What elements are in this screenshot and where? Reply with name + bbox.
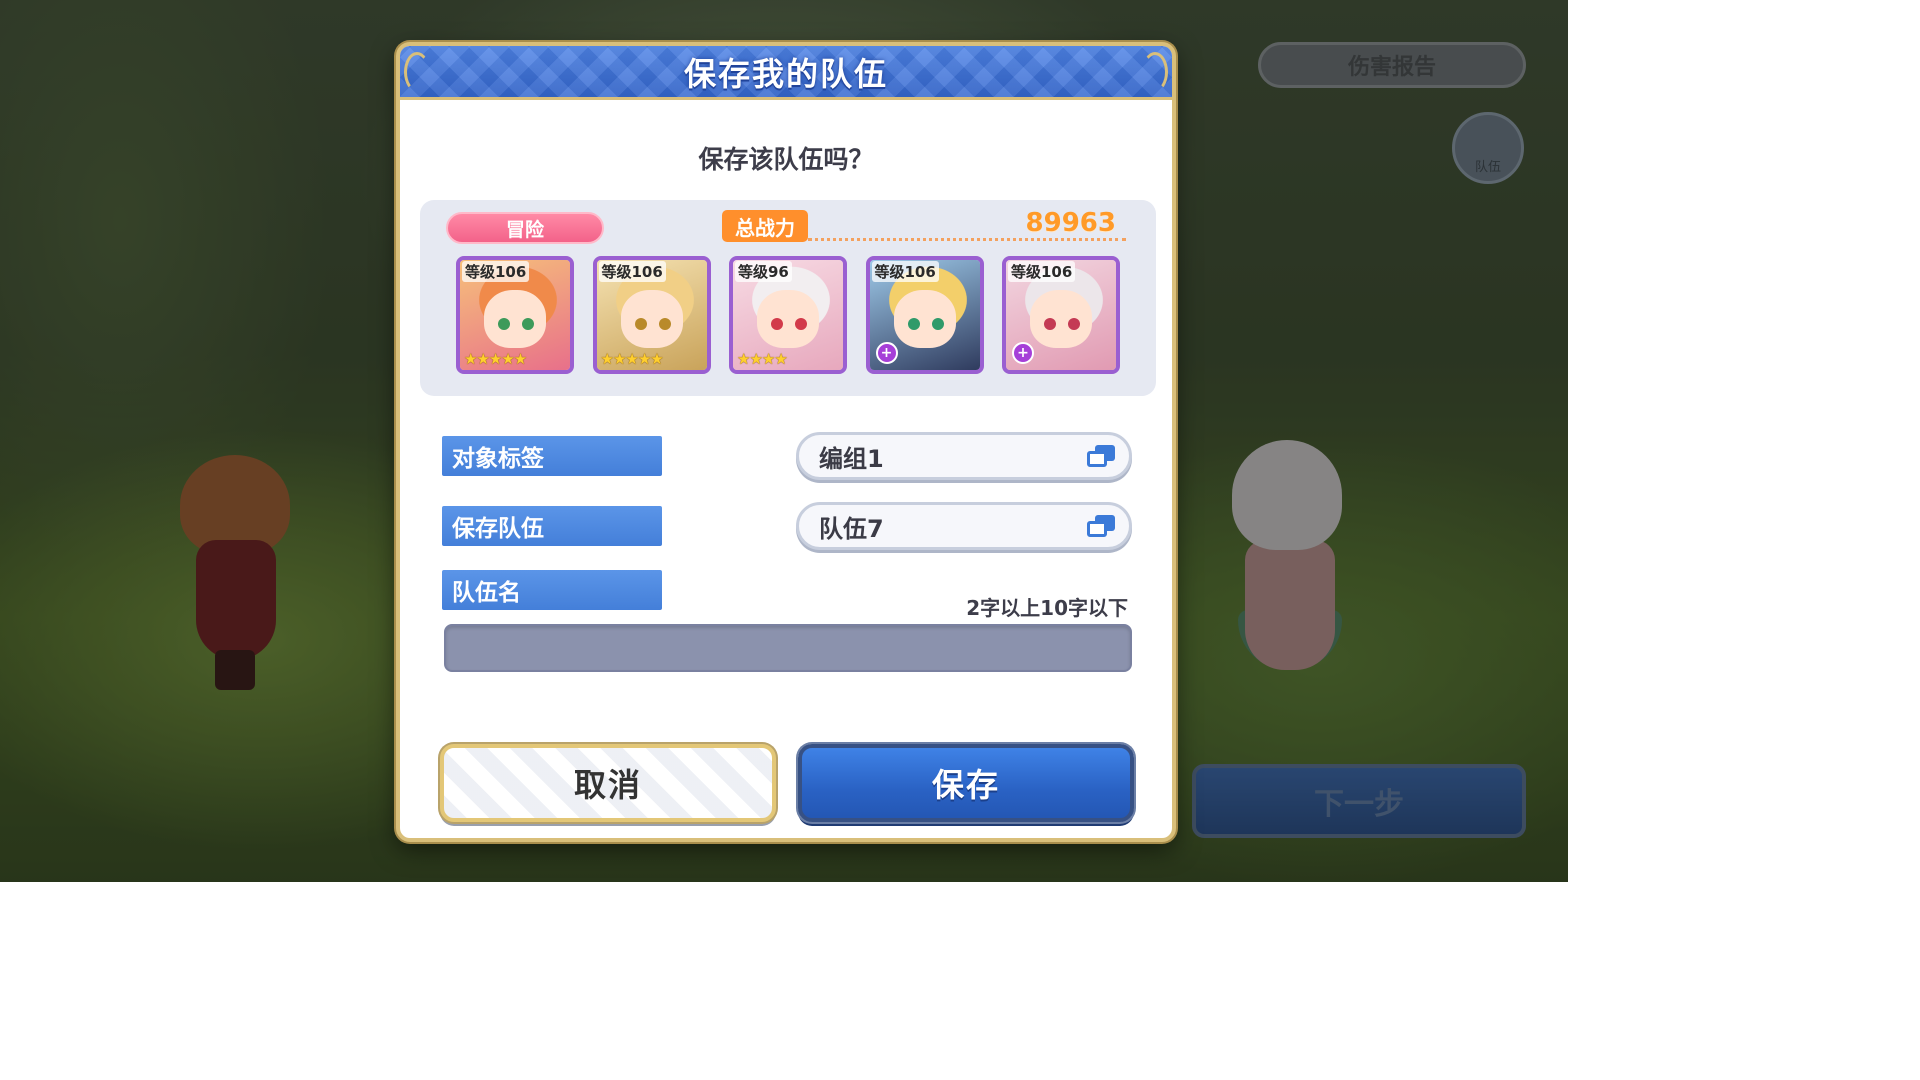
unit-stars-icon: ★★★★★ xyxy=(464,350,527,368)
target-tag-label: 对象标签 xyxy=(442,436,662,476)
unit-face xyxy=(484,290,546,348)
corner-ornament-right-icon xyxy=(1142,52,1168,92)
unit-eye xyxy=(658,318,671,330)
cancel-button[interactable]: 取消 xyxy=(440,744,776,822)
save-party-value: 队伍7 xyxy=(819,514,884,543)
target-tag-select[interactable]: 编组1 xyxy=(796,432,1132,480)
mode-badge: 冒险 xyxy=(446,212,604,244)
party-name-label: 队伍名 xyxy=(442,570,662,610)
unit-eye xyxy=(907,318,920,330)
dropdown-list-icon xyxy=(1087,515,1115,539)
unit-eye xyxy=(771,318,783,330)
unit-level: 等级96 xyxy=(735,261,792,282)
dropdown-list-icon xyxy=(1087,445,1115,469)
unit-stars-icon: ★★★★ xyxy=(737,350,788,368)
unit-card: 等级106 ★★★★★ xyxy=(592,256,711,374)
unit-eye xyxy=(1068,318,1080,330)
save-party-label: 保存队伍 xyxy=(442,506,662,546)
power-dotted-line xyxy=(808,238,1126,241)
dialog-title: 保存我的队伍 xyxy=(683,54,888,93)
unit-card: 等级96 ★★★★ xyxy=(729,256,847,374)
save-button[interactable]: 保存 xyxy=(798,744,1134,822)
save-party-dialog: 保存我的队伍 保存该队伍吗？ 冒险 总战力 89963 等级106 ★★★★★ xyxy=(396,42,1176,842)
unit-list: 等级106 ★★★★★ 等级106 ★★★★★ 等级96 ★★★★ 等级106 … xyxy=(456,256,1120,376)
cancel-button-label: 取消 xyxy=(573,766,642,804)
unit-face xyxy=(620,290,683,348)
unit-level: 等级106 xyxy=(598,261,666,282)
party-panel: 冒险 总战力 89963 等级106 ★★★★★ 等级106 ★★★★★ 等级9… xyxy=(420,200,1156,396)
unit-level: 等级106 xyxy=(871,261,939,282)
save-button-label: 保存 xyxy=(931,766,1000,804)
total-power-label: 总战力 xyxy=(735,215,795,240)
unique-equipment-icon: + xyxy=(875,342,898,364)
unit-face xyxy=(893,290,956,348)
party-name-hint: 2字以上10字以下 xyxy=(966,596,1128,620)
unit-face xyxy=(1030,290,1092,348)
confirm-question: 保存该队伍吗？ xyxy=(698,145,874,174)
target-tag-value: 编组1 xyxy=(819,444,884,473)
unique-equipment-icon: + xyxy=(1012,342,1034,364)
mode-label: 冒险 xyxy=(505,218,544,241)
unit-card: 等级106 + xyxy=(865,256,984,374)
dialog-header: 保存我的队伍 xyxy=(400,46,1172,100)
party-name-input[interactable] xyxy=(444,624,1132,672)
total-power-value: 89963 xyxy=(1025,208,1116,238)
save-party-select[interactable]: 队伍7 xyxy=(796,502,1132,550)
unit-eye xyxy=(795,318,807,330)
unit-eye xyxy=(522,318,534,330)
unit-eye xyxy=(931,318,944,330)
corner-ornament-left-icon xyxy=(404,52,430,92)
unit-level: 等级106 xyxy=(1008,261,1076,282)
unit-card: 等级106 + xyxy=(1002,256,1120,374)
unit-eye xyxy=(1044,318,1056,330)
unit-face xyxy=(757,290,819,348)
unit-card: 等级106 ★★★★★ xyxy=(456,256,574,374)
total-power-badge: 总战力 xyxy=(722,210,808,242)
unit-level: 等级106 xyxy=(462,261,530,282)
unit-eye xyxy=(634,318,647,330)
battle-scene: 伤害报告 队伍 下一步 保存我的队伍 保存该队伍吗？ 冒险 总战力 89963 xyxy=(0,0,1568,882)
unit-eye xyxy=(498,318,510,330)
unit-stars-icon: ★★★★★ xyxy=(600,350,664,368)
